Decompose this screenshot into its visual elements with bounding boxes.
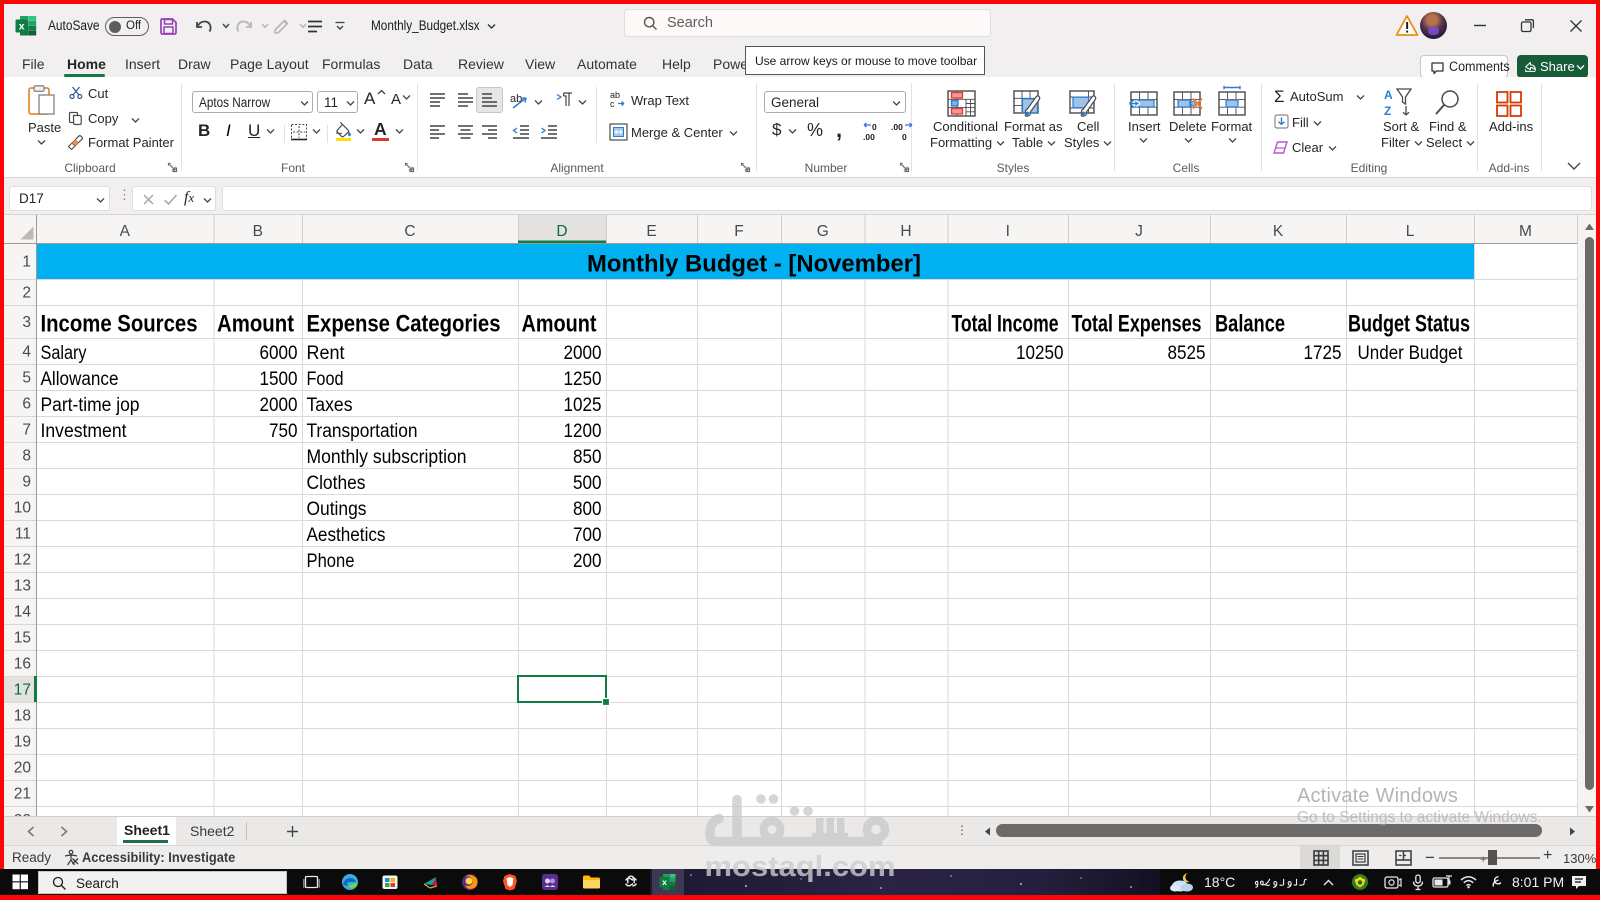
svg-text:9: 9 bbox=[22, 474, 31, 491]
svg-text:6: 6 bbox=[22, 396, 31, 413]
svg-text:4: 4 bbox=[22, 344, 31, 361]
svg-text:7: 7 bbox=[22, 422, 31, 439]
svg-text:850: 850 bbox=[573, 447, 602, 468]
svg-text:Part-time jop: Part-time jop bbox=[41, 395, 140, 416]
svg-text:K: K bbox=[1273, 223, 1284, 240]
svg-text:.00: .00 bbox=[891, 122, 903, 132]
svg-text:J: J bbox=[1135, 223, 1143, 240]
svg-text:14: 14 bbox=[14, 604, 32, 621]
svg-text:10: 10 bbox=[14, 500, 32, 517]
svg-text:2000: 2000 bbox=[564, 343, 602, 364]
svg-text:Food: Food bbox=[307, 369, 344, 390]
svg-text:Total Income: Total Income bbox=[952, 311, 1059, 338]
svg-text:Budget Status: Budget Status bbox=[1348, 311, 1470, 338]
svg-text:19: 19 bbox=[14, 734, 31, 751]
svg-text:Outings: Outings bbox=[307, 499, 367, 520]
svg-text:x: x bbox=[19, 21, 25, 33]
svg-text:C: C bbox=[404, 223, 415, 240]
svg-text:F: F bbox=[734, 223, 743, 240]
svg-text:Total Expenses: Total Expenses bbox=[1072, 311, 1202, 338]
svg-text:1200: 1200 bbox=[564, 421, 602, 442]
svg-text:Clothes: Clothes bbox=[307, 473, 366, 494]
svg-text:1250: 1250 bbox=[564, 369, 602, 390]
svg-text:Z: Z bbox=[1384, 104, 1391, 118]
svg-text:16: 16 bbox=[14, 656, 31, 673]
svg-text:Amount: Amount bbox=[217, 311, 294, 338]
svg-text:.00: .00 bbox=[863, 132, 875, 142]
svg-text:11: 11 bbox=[15, 526, 31, 543]
svg-text:1500: 1500 bbox=[260, 369, 298, 390]
svg-text:17: 17 bbox=[14, 682, 31, 699]
svg-text:c: c bbox=[610, 99, 615, 108]
svg-text:A: A bbox=[1384, 88, 1393, 102]
svg-text:Phone: Phone bbox=[307, 551, 355, 572]
svg-text:12: 12 bbox=[14, 552, 31, 569]
svg-text:10250: 10250 bbox=[1016, 343, 1064, 364]
svg-text:1: 1 bbox=[22, 254, 31, 271]
svg-text:2: 2 bbox=[22, 285, 31, 302]
svg-text:Amount: Amount bbox=[522, 311, 597, 338]
svg-text:5: 5 bbox=[22, 370, 31, 387]
svg-text:Allowance: Allowance bbox=[41, 369, 119, 390]
svg-text:1025: 1025 bbox=[564, 395, 602, 416]
svg-text:15: 15 bbox=[14, 630, 31, 647]
svg-text:mostaql.com: mostaql.com bbox=[705, 851, 896, 883]
svg-text:6000: 6000 bbox=[260, 343, 298, 364]
svg-text:Rent: Rent bbox=[307, 343, 346, 364]
svg-text:M: M bbox=[1519, 223, 1532, 240]
svg-text:Income Sources: Income Sources bbox=[41, 311, 198, 338]
svg-text:Balance: Balance bbox=[1215, 311, 1285, 338]
svg-text:x: x bbox=[662, 877, 667, 887]
svg-text:E: E bbox=[646, 223, 656, 240]
svg-text:L: L bbox=[1406, 223, 1415, 240]
svg-text:3: 3 bbox=[22, 314, 31, 331]
svg-text:Monthly Budget - [November]: Monthly Budget - [November] bbox=[587, 251, 921, 278]
svg-text:Salary: Salary bbox=[41, 343, 87, 364]
svg-text:700: 700 bbox=[573, 525, 602, 546]
svg-text:200: 200 bbox=[573, 551, 602, 572]
svg-text:A: A bbox=[120, 223, 131, 240]
svg-text:I: I bbox=[1006, 223, 1010, 240]
svg-text:21: 21 bbox=[14, 786, 31, 803]
svg-text:Investment: Investment bbox=[41, 421, 128, 442]
svg-text:0: 0 bbox=[872, 122, 877, 132]
svg-text:Expense Categories: Expense Categories bbox=[307, 311, 501, 338]
svg-text:G: G bbox=[817, 223, 829, 240]
svg-text:13: 13 bbox=[14, 578, 31, 595]
svg-text:Taxes: Taxes bbox=[307, 395, 353, 416]
svg-text:Under Budget: Under Budget bbox=[1358, 343, 1464, 364]
svg-text:750: 750 bbox=[269, 421, 298, 442]
svg-text:8: 8 bbox=[22, 448, 31, 465]
svg-text:500: 500 bbox=[573, 473, 602, 494]
svg-text:18: 18 bbox=[14, 708, 31, 725]
svg-text:D: D bbox=[556, 223, 567, 240]
svg-text:2000: 2000 bbox=[260, 395, 298, 416]
svg-text:20: 20 bbox=[14, 760, 32, 777]
svg-text:Aesthetics: Aesthetics bbox=[307, 525, 386, 546]
svg-text:0: 0 bbox=[902, 132, 907, 142]
svg-text:800: 800 bbox=[573, 499, 602, 520]
svg-text:1725: 1725 bbox=[1304, 343, 1342, 364]
svg-text:Monthly subscription: Monthly subscription bbox=[307, 447, 467, 468]
svg-text:Transportation: Transportation bbox=[307, 421, 418, 442]
svg-text:8525: 8525 bbox=[1168, 343, 1206, 364]
svg-text:B: B bbox=[253, 223, 263, 240]
svg-text:H: H bbox=[900, 223, 911, 240]
